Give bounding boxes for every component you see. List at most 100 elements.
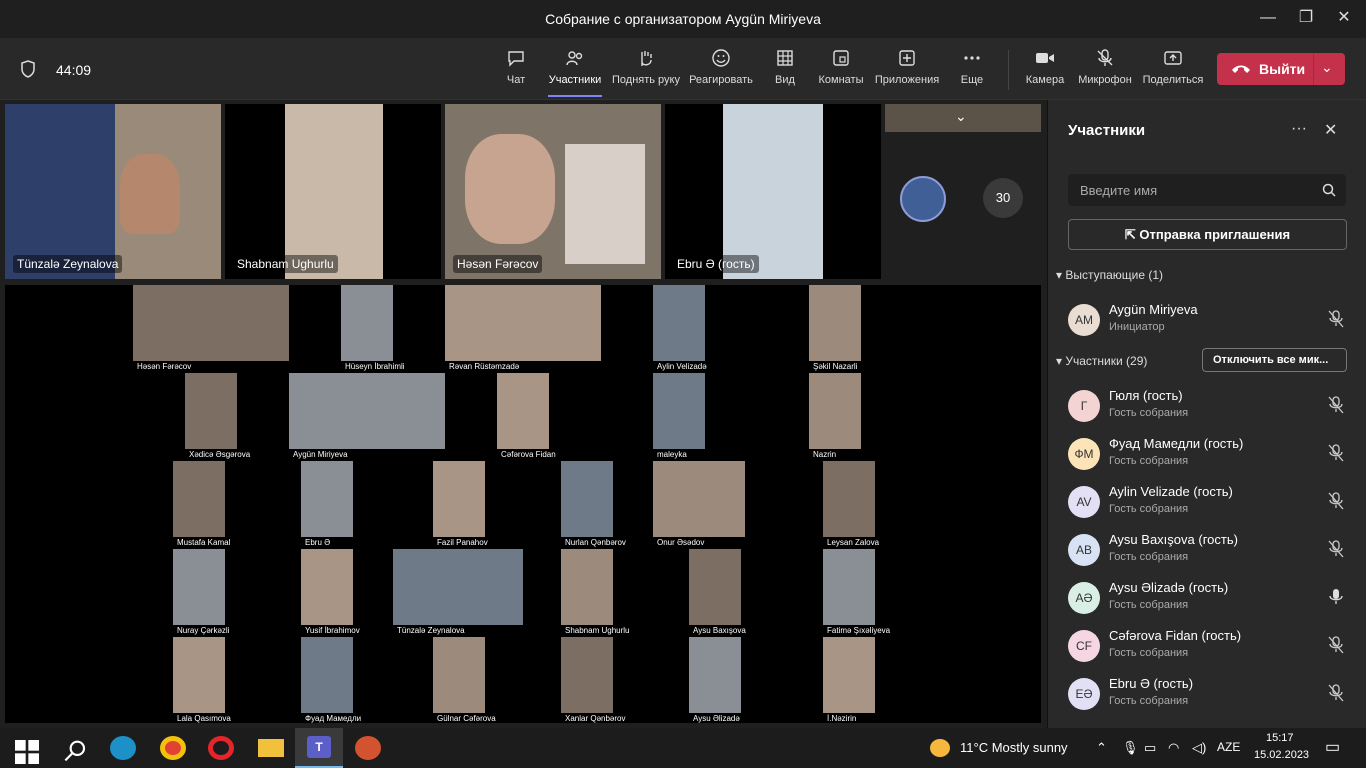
teams-taskbar-item[interactable]: T <box>295 728 343 768</box>
shared-gallery: Həsən Fərəcov Hüseyn İbrahimli Rəvan Rüstə… <box>5 285 1041 723</box>
react-label: Реагировать <box>689 74 753 86</box>
gallery-tile: Fatimə Şıxəliyeva <box>823 549 945 635</box>
participant-name: Гюля (гость) <box>1109 388 1183 403</box>
participant-name: Aygün Miriyeva <box>1109 302 1198 317</box>
chevron-down-icon[interactable]: ⌄ <box>955 108 967 125</box>
opera-icon[interactable] <box>208 736 234 760</box>
clock-date[interactable]: 15.02.2023 <box>1254 749 1309 761</box>
participants-panel: Участники ··· ✕ Введите имя ⇱ Отправка п… <box>1047 100 1366 728</box>
rooms-button[interactable]: Комнаты <box>816 48 866 86</box>
participant-row[interactable]: EƏ Ebru Ə (гость) Гость собрания <box>1068 674 1348 718</box>
participants-button[interactable]: Участники <box>546 48 604 97</box>
window-title: Собрание с организатором Aygün Miriyeva <box>545 11 821 27</box>
chrome-icon[interactable] <box>160 736 186 760</box>
chevron-down-icon[interactable]: ⌄ <box>1321 59 1333 76</box>
participant-video <box>653 373 705 449</box>
close-icon[interactable]: ✕ <box>1334 8 1354 28</box>
edge-icon[interactable] <box>110 736 136 760</box>
minimize-icon[interactable]: — <box>1258 8 1278 28</box>
video-tile[interactable]: Ebru Ə (гость) <box>665 104 881 279</box>
participant-row[interactable]: CF Cəfərova Fidan (гость) Гость собрания <box>1068 626 1348 670</box>
video-tile[interactable]: Həsən Fərəcov <box>445 104 661 279</box>
avatar: EƏ <box>1068 678 1100 710</box>
chevron-up-icon[interactable]: ⌃ <box>1096 740 1107 756</box>
participant-video <box>173 549 225 625</box>
file-explorer-icon[interactable] <box>258 739 284 757</box>
battery-icon[interactable]: ▭ <box>1144 740 1156 756</box>
mute-all-button[interactable]: Отключить все мик... <box>1202 348 1347 372</box>
avatar[interactable] <box>900 176 946 222</box>
microphone-label: Микрофон <box>1078 74 1132 86</box>
person-image <box>723 104 823 279</box>
participant-row[interactable]: AM Aygün Miriyeva Инициатор <box>1068 300 1348 344</box>
avatar: AV <box>1068 486 1100 518</box>
participant-role: Гость собрания <box>1109 455 1189 467</box>
attendees-section[interactable]: ▾ Участники (29) <box>1056 354 1147 368</box>
apps-button[interactable]: Приложения <box>873 48 941 86</box>
gallery-tile-name: Fazil Panahov <box>437 538 488 547</box>
weather-sun-icon[interactable] <box>930 739 950 757</box>
video-tile[interactable]: Shabnam Ughurlu <box>225 104 441 279</box>
participant-video <box>561 549 613 625</box>
microphone-icon[interactable]: 🎙 <box>1122 740 1139 756</box>
smile-icon <box>712 49 730 67</box>
mic-off-icon <box>1328 396 1344 414</box>
tile-name: Shabnam Ughurlu <box>233 255 338 273</box>
video-tile[interactable]: ⌄ <box>885 104 1041 132</box>
leave-separator <box>1313 53 1314 85</box>
participant-row[interactable]: AB Aysu Baxışova (гость) Гость собрания <box>1068 530 1348 574</box>
gallery-tile: Həsən Fərəcov <box>133 285 359 371</box>
windows-start-icon[interactable] <box>14 740 40 764</box>
gallery-tile: Cəfərova Fidan <box>497 373 619 459</box>
more-button[interactable]: Еще <box>958 48 986 86</box>
gallery-tile-name: Gülnar Cəfərova <box>437 714 496 723</box>
gallery-tile: Xanlar Qənbərov <box>561 637 683 723</box>
participant-row[interactable]: AV Aylin Velizade (гость) Гость собрания <box>1068 482 1348 526</box>
participant-video <box>823 549 875 625</box>
clock-time[interactable]: 15:17 <box>1266 732 1294 744</box>
participant-video <box>133 285 289 361</box>
participant-row[interactable]: ФМ Фуад Мамедли (гость) Гость собрания <box>1068 434 1348 478</box>
camera-button[interactable]: Камера <box>1024 48 1066 86</box>
participant-row[interactable]: AƏ Aysu Əlizadə (гость) Гость собрания <box>1068 578 1348 622</box>
raise-hand-button[interactable]: Поднять руку <box>611 48 681 86</box>
wifi-icon[interactable]: ◠ <box>1168 740 1179 756</box>
leave-button[interactable]: Выйти ⌄ <box>1217 53 1345 85</box>
person-image <box>285 104 383 279</box>
notifications-icon[interactable]: ▭ <box>1325 737 1340 757</box>
avatar: ФМ <box>1068 438 1100 470</box>
raise-hand-label: Поднять руку <box>612 74 680 86</box>
close-icon[interactable]: ✕ <box>1324 120 1337 140</box>
search-icon[interactable] <box>63 739 89 763</box>
overflow-count[interactable]: 30 <box>983 178 1023 218</box>
view-button[interactable]: Вид <box>770 48 800 86</box>
participant-video <box>653 461 745 537</box>
participant-video <box>173 637 225 713</box>
powerpoint-icon[interactable] <box>355 736 381 760</box>
search-input[interactable]: Введите имя <box>1068 174 1346 206</box>
language-indicator[interactable]: AZE <box>1217 740 1240 754</box>
shield-icon[interactable] <box>20 60 36 78</box>
send-invite-button[interactable]: ⇱ Отправка приглашения <box>1068 219 1347 250</box>
weather-text[interactable]: 11°C Mostly sunny <box>960 740 1068 755</box>
share-button[interactable]: Поделиться <box>1142 48 1204 86</box>
microphone-button[interactable]: Микрофон <box>1076 48 1134 86</box>
maximize-icon[interactable]: ❐ <box>1296 8 1316 28</box>
volume-icon[interactable]: ◁) <box>1192 740 1206 756</box>
participant-role: Гость собрания <box>1109 695 1189 707</box>
avatar: AB <box>1068 534 1100 566</box>
mic-off-icon <box>1328 492 1344 510</box>
react-button[interactable]: Реагировать <box>689 48 753 86</box>
participant-role: Гость собрания <box>1109 647 1189 659</box>
participant-video <box>823 461 875 537</box>
participants-label: Участники <box>548 74 602 86</box>
more-icon <box>964 56 980 60</box>
gallery-tile: Lala Qasımova <box>173 637 295 723</box>
participant-row[interactable]: Г Гюля (гость) Гость собрания <box>1068 386 1348 430</box>
gallery-tile-name: Onur Əsədov <box>657 538 705 547</box>
video-tile[interactable]: Tünzalə Zeynalova <box>5 104 221 279</box>
presenters-section[interactable]: ▾ Выступающие (1) <box>1056 268 1163 282</box>
chat-button[interactable]: Чат <box>500 48 532 86</box>
more-options-icon[interactable]: ··· <box>1291 120 1307 138</box>
title-bar: Собрание с организатором Aygün Miriyeva … <box>0 0 1366 38</box>
